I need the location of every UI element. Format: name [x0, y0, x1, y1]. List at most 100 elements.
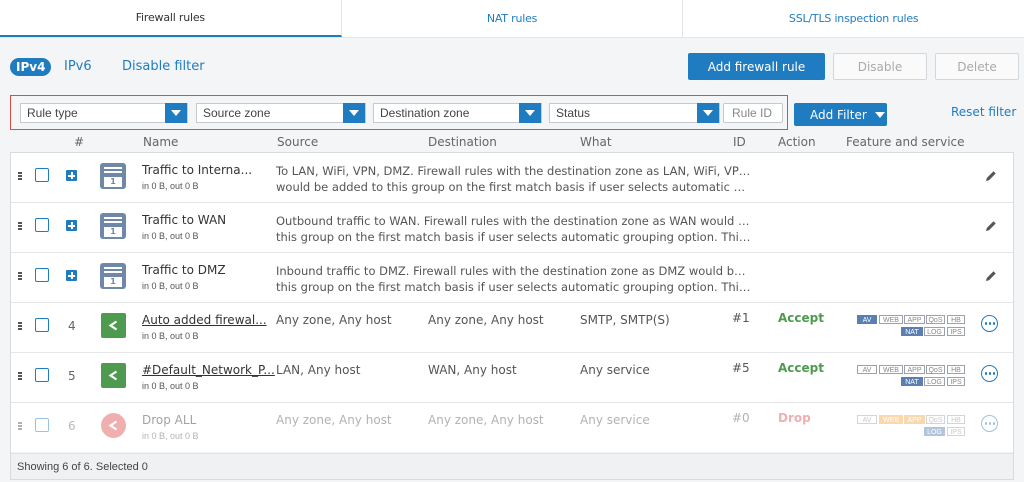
add-filter-button[interactable]: Add Filter: [794, 103, 887, 126]
rule-action: Drop: [778, 411, 811, 425]
group-description: To LAN, WiFi, VPN, DMZ. Firewall rules w…: [276, 164, 751, 194]
table-row[interactable]: 5 #Default_Network_P... in 0 B, out 0 B …: [11, 353, 1013, 403]
chevron-down-icon: [519, 103, 541, 123]
row-checkbox[interactable]: [35, 318, 49, 332]
rule-group-icon: 1: [100, 263, 126, 289]
drag-handle-icon[interactable]: [18, 272, 22, 281]
more-options-icon[interactable]: [981, 315, 998, 332]
row-checkbox[interactable]: [35, 418, 49, 432]
badge-app: APP: [904, 415, 925, 424]
col-id: ID: [733, 135, 746, 149]
feature-badges: AV WEB APP QoS HB NAT LOG IPS: [857, 363, 967, 389]
table-footer: Showing 6 of 6. Selected 0: [11, 453, 1013, 479]
table-row[interactable]: 6 Drop ALL in 0 B, out 0 B Any zone, Any…: [11, 403, 1013, 453]
badge-app: APP: [904, 365, 925, 374]
tab-firewall-rules[interactable]: Firewall rules: [0, 0, 342, 37]
badge-web: WEB: [879, 415, 903, 424]
rule-id: #5: [732, 361, 750, 375]
badge-qos: QoS: [926, 415, 945, 424]
rule-number: 4: [68, 319, 76, 333]
rule-name[interactable]: Auto added firewal...: [142, 313, 267, 327]
tab-bar: Firewall rules NAT rules SSL/TLS inspect…: [0, 0, 1024, 38]
row-checkbox[interactable]: [35, 218, 49, 232]
rule-name[interactable]: Traffic to DMZ: [142, 263, 226, 277]
reset-filter-link[interactable]: Reset filter: [951, 105, 1016, 119]
badge-app: APP: [904, 315, 925, 324]
drag-handle-icon[interactable]: [18, 422, 22, 431]
source-zone-dropdown[interactable]: Source zone: [196, 103, 366, 123]
col-what: What: [580, 135, 612, 149]
table-row[interactable]: 4 Auto added firewal... in 0 B, out 0 B …: [11, 303, 1013, 353]
destination-zone-dropdown[interactable]: Destination zone: [373, 103, 542, 123]
rule-stats: in 0 B, out 0 B: [142, 231, 199, 241]
filter-bar: Rule type Source zone Destination zone S…: [10, 95, 788, 130]
more-options-icon[interactable]: [981, 415, 998, 432]
rule-destination: Any zone, Any host: [428, 413, 544, 427]
more-options-icon[interactable]: [981, 365, 998, 382]
share-icon: [101, 313, 126, 338]
badge-qos: QoS: [926, 365, 945, 374]
edit-pencil-icon[interactable]: [984, 269, 998, 283]
rule-id-input[interactable]: [723, 103, 783, 123]
group-description: Inbound traffic to DMZ. Firewall rules w…: [276, 264, 751, 294]
tab-nat-rules[interactable]: NAT rules: [342, 0, 684, 37]
ipv4-toggle[interactable]: IPv4: [10, 58, 52, 76]
status-dropdown[interactable]: Status: [549, 103, 720, 123]
col-feature: Feature and service: [846, 135, 965, 149]
delete-button[interactable]: Delete: [935, 53, 1019, 80]
badge-web: WEB: [879, 365, 903, 374]
feature-badges: AV WEB APP QoS HB LOG IPS: [857, 413, 967, 439]
rule-id: #0: [732, 411, 750, 425]
drag-handle-icon[interactable]: [18, 172, 22, 181]
rule-type-dropdown[interactable]: Rule type: [20, 103, 188, 123]
drag-handle-icon[interactable]: [18, 322, 22, 331]
badge-nat: NAT: [901, 377, 923, 386]
tab-ssl-tls-inspection-rules[interactable]: SSL/TLS inspection rules: [683, 0, 1024, 37]
ipv6-toggle[interactable]: IPv6: [64, 59, 92, 74]
badge-web: WEB: [879, 315, 903, 324]
badge-hb: HB: [947, 415, 965, 424]
badge-hb: HB: [947, 315, 965, 324]
edit-pencil-icon[interactable]: [984, 219, 998, 233]
rule-name[interactable]: #Default_Network_P...: [142, 363, 275, 377]
rule-number: 5: [68, 369, 76, 383]
edit-pencil-icon[interactable]: [984, 169, 998, 183]
disable-button[interactable]: Disable: [833, 53, 927, 80]
table-row-group[interactable]: 1 Traffic to Interna... in 0 B, out 0 B …: [11, 153, 1013, 203]
rule-stats: in 0 B, out 0 B: [142, 381, 199, 391]
rule-stats: in 0 B, out 0 B: [142, 431, 199, 441]
drag-handle-icon[interactable]: [18, 222, 22, 231]
expand-icon[interactable]: [66, 270, 77, 281]
rule-what: Any service: [580, 363, 650, 377]
drag-handle-icon[interactable]: [18, 372, 22, 381]
chevron-down-icon: [343, 103, 365, 123]
col-source: Source: [277, 135, 319, 149]
rule-name[interactable]: Traffic to WAN: [142, 213, 226, 227]
rule-source: LAN, Any host: [276, 363, 361, 377]
badge-av: AV: [857, 315, 877, 324]
badge-av: AV: [857, 415, 877, 424]
row-checkbox[interactable]: [35, 168, 49, 182]
rule-destination: Any zone, Any host: [428, 313, 544, 327]
rule-id: #1: [732, 311, 750, 325]
expand-icon[interactable]: [66, 170, 77, 181]
col-destination: Destination: [428, 135, 497, 149]
expand-icon[interactable]: [66, 220, 77, 231]
add-firewall-rule-button[interactable]: Add firewall rule: [688, 53, 825, 80]
badge-nat: NAT: [901, 327, 923, 336]
row-checkbox[interactable]: [35, 268, 49, 282]
col-action: Action: [778, 135, 816, 149]
row-checkbox[interactable]: [35, 368, 49, 382]
rule-name[interactable]: Traffic to Interna...: [142, 163, 252, 177]
disable-filter-link[interactable]: Disable filter: [122, 59, 205, 74]
col-name: Name: [143, 135, 179, 149]
badge-log: LOG: [924, 427, 945, 436]
badge-ips: IPS: [947, 327, 965, 336]
table-row-group[interactable]: 1 Traffic to WAN in 0 B, out 0 B Outboun…: [11, 203, 1013, 253]
rule-name[interactable]: Drop ALL: [142, 413, 196, 427]
chevron-down-icon: [697, 103, 719, 123]
table-row-group[interactable]: 1 Traffic to DMZ in 0 B, out 0 B Inbound…: [11, 253, 1013, 303]
rule-destination: WAN, Any host: [428, 363, 517, 377]
rules-table: 1 Traffic to Interna... in 0 B, out 0 B …: [10, 152, 1014, 480]
badge-hb: HB: [947, 365, 965, 374]
